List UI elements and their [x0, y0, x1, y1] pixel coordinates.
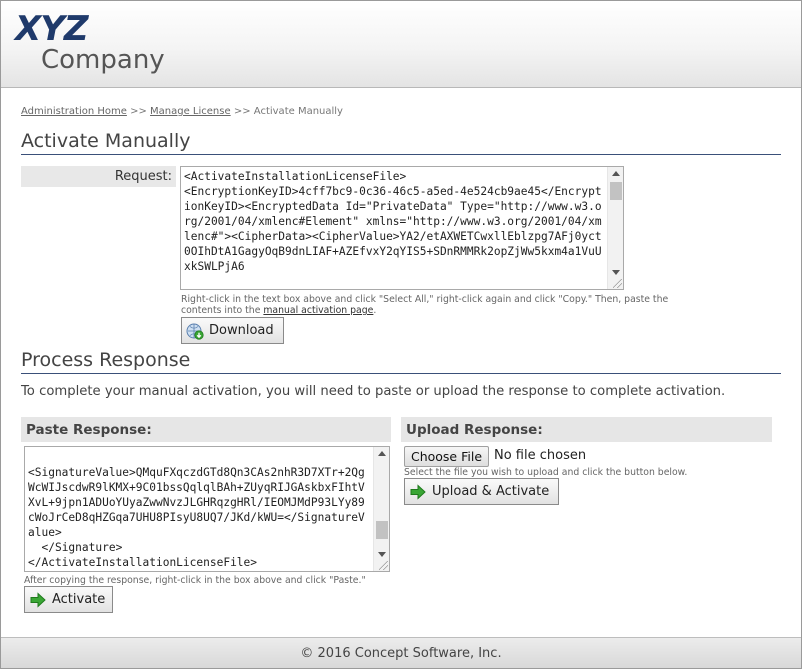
manual-activation-link[interactable]: manual activation page: [263, 305, 373, 316]
footer: © 2016 Concept Software, Inc.: [1, 637, 801, 668]
request-scrollbar[interactable]: [607, 167, 623, 289]
breadcrumb-separator: >>: [130, 106, 147, 117]
activate-label: Activate: [52, 592, 106, 607]
paste-scrollbar[interactable]: [373, 447, 389, 571]
footer-copyright: © 2016 Concept Software, Inc.: [300, 646, 502, 661]
scroll-down-icon[interactable]: [612, 270, 620, 275]
breadcrumb-separator: >>: [233, 106, 251, 117]
download-button[interactable]: Download: [181, 317, 284, 344]
paste-hint: After copying the response, right-click …: [24, 575, 366, 586]
request-hint-text: Right-click in the text box above and cl…: [181, 294, 669, 316]
scroll-down-icon[interactable]: [378, 552, 386, 557]
activate-button[interactable]: Activate: [24, 586, 113, 613]
process-title: Process Response: [21, 349, 191, 371]
title-divider: [21, 154, 781, 155]
paste-response-header: Paste Response:: [21, 417, 391, 442]
paste-response-text[interactable]: <SignatureValue>QMquFXqczdGTd8Qn3CAs2nhR…: [28, 465, 371, 570]
paste-response-textarea[interactable]: <SignatureValue>QMquFXqczdGTd8Qn3CAs2nhR…: [24, 446, 390, 572]
upload-response-header: Upload Response:: [401, 417, 772, 442]
scroll-up-icon[interactable]: [612, 171, 620, 176]
logo-xyz: XYZ: [15, 9, 88, 49]
breadcrumb-manage-license[interactable]: Manage License: [150, 106, 231, 117]
request-text[interactable]: <ActivateInstallationLicenseFile> <Encry…: [184, 169, 605, 274]
resize-grip-icon[interactable]: [379, 561, 388, 570]
page-title: Activate Manually: [21, 130, 191, 152]
request-label: Request:: [21, 166, 176, 187]
breadcrumb-admin-home[interactable]: Administration Home: [21, 106, 127, 117]
green-arrow-right-icon: [410, 483, 426, 500]
choose-file-button[interactable]: Choose File: [404, 446, 489, 467]
header: XYZ Company: [1, 1, 801, 88]
request-hint-end: .: [373, 305, 377, 316]
scroll-up-icon[interactable]: [378, 451, 386, 456]
request-textarea[interactable]: <ActivateInstallationLicenseFile> <Encry…: [180, 166, 624, 290]
breadcrumb-current: Activate Manually: [253, 106, 343, 117]
upload-activate-label: Upload & Activate: [432, 484, 550, 499]
process-divider: [21, 373, 781, 374]
upload-activate-button[interactable]: Upload & Activate: [404, 478, 559, 505]
scroll-thumb[interactable]: [610, 182, 622, 200]
logo-company: Company: [41, 45, 165, 75]
breadcrumb: Administration Home >> Manage License >>…: [21, 106, 343, 117]
resize-grip-icon[interactable]: [613, 279, 622, 288]
upload-hint: Select the file you wish to upload and c…: [404, 467, 688, 478]
green-arrow-right-icon: [30, 591, 46, 608]
download-globe-icon: [186, 323, 204, 340]
process-description: To complete your manual activation, you …: [21, 384, 726, 399]
scroll-thumb[interactable]: [376, 521, 388, 539]
download-label: Download: [209, 323, 274, 338]
file-status: No file chosen: [494, 448, 587, 463]
request-hint: Right-click in the text box above and cl…: [181, 294, 681, 316]
